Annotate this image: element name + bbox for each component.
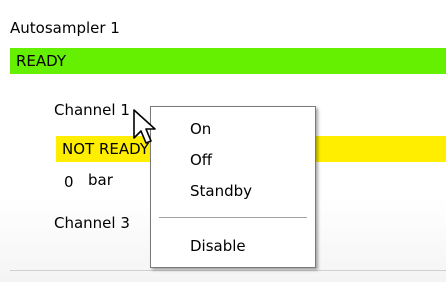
menu-item-off[interactable]: Off: [152, 145, 314, 175]
menu-item-on[interactable]: On: [152, 114, 314, 144]
autosampler-panel: Autosampler 1 READY Channel 1 NOT READY …: [0, 0, 446, 282]
autosampler-title: Autosampler 1: [10, 19, 120, 37]
menu-item-standby[interactable]: Standby: [152, 176, 314, 206]
panel-divider: [10, 270, 446, 271]
channel-1-reading-value: 0: [64, 173, 74, 191]
autosampler-status-badge: READY: [10, 48, 446, 74]
channel-3-label[interactable]: Channel 3: [54, 213, 130, 233]
arrow-pointer-icon: [133, 109, 156, 144]
channel-1-reading-unit: bar: [88, 171, 113, 189]
channel-1-label[interactable]: Channel 1: [54, 100, 130, 120]
menu-item-disable[interactable]: Disable: [152, 231, 314, 261]
channel-context-menu: On Off Standby Disable: [150, 106, 316, 268]
menu-separator: [159, 217, 307, 218]
